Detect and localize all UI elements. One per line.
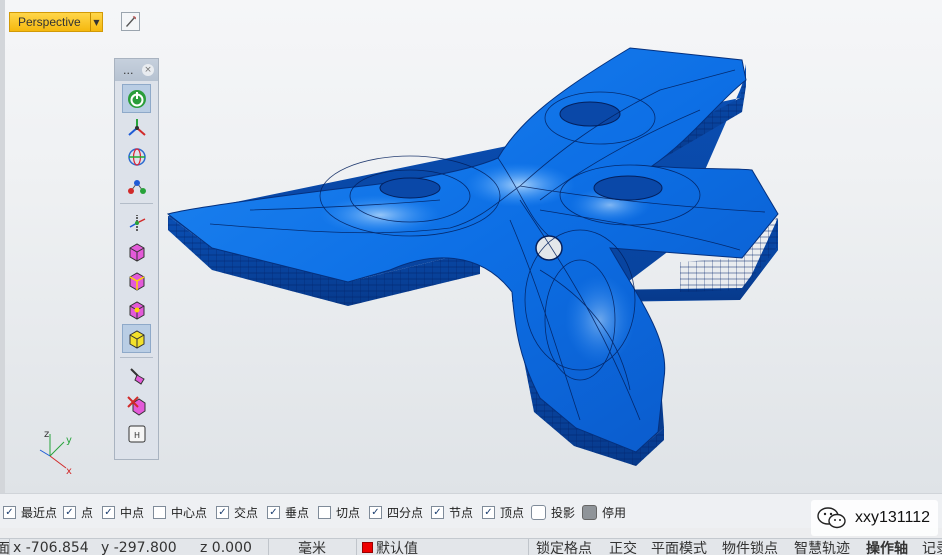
- dropdown-arrow-icon[interactable]: ▼: [90, 13, 102, 31]
- toolbar-separator: [120, 357, 153, 358]
- axis-move-button[interactable]: [122, 208, 151, 237]
- checkbox[interactable]: ✓: [102, 506, 115, 519]
- osnap-label: 投影: [551, 506, 576, 520]
- gumball-button[interactable]: [122, 113, 151, 142]
- control-point-icon: [127, 179, 146, 194]
- cube-face-icon: [129, 242, 144, 262]
- axis-label-z: z: [44, 429, 49, 440]
- toggle-record-history[interactable]: 记录: [922, 539, 942, 555]
- cube-yellow-button[interactable]: [122, 324, 151, 353]
- units-label[interactable]: 毫米: [298, 539, 326, 555]
- osnap-label: 中心点: [171, 506, 208, 520]
- checkbox[interactable]: ✓: [369, 506, 382, 519]
- axis-label-y: y: [66, 435, 72, 446]
- osnap-point[interactable]: ✓ 点: [63, 504, 93, 521]
- history-button[interactable]: H: [122, 419, 151, 448]
- cube-vertex-button[interactable]: [122, 295, 151, 324]
- checkbox[interactable]: ✓: [216, 506, 229, 519]
- checkbox[interactable]: ✓: [3, 506, 16, 519]
- toolbar-separator: [120, 203, 153, 204]
- cube-face-button[interactable]: [122, 237, 151, 266]
- pen-tablet-icon[interactable]: [121, 12, 140, 31]
- osnap-label: 四分点: [387, 506, 424, 520]
- osnap-label: 顶点: [500, 506, 525, 520]
- viewport-name: Perspective: [18, 15, 81, 29]
- layer-name: 默认值: [376, 540, 418, 555]
- osnap-label: 切点: [336, 506, 361, 520]
- status-bar: 面 x -706.854 y -297.800 z 0.000 毫米 默认值 锁…: [0, 538, 942, 555]
- osnap-label: 停用: [602, 506, 627, 520]
- checkbox[interactable]: [318, 506, 331, 519]
- svg-text:H: H: [133, 431, 139, 440]
- toolbar-header[interactable]: ... ×: [115, 59, 158, 81]
- osnap-label: 最近点: [21, 506, 58, 520]
- status-divider: [356, 539, 357, 555]
- osnap-bar: ✓ 最近点 ✓ 点 ✓ 中点 中心点 ✓ 交点 ✓ 垂点 切点 ✓ 四分点 ✓ 节点 ✓ 顶点 …: [0, 493, 942, 528]
- toggle-gumball[interactable]: 操作轴: [866, 539, 908, 555]
- wechat-icon: [817, 507, 846, 529]
- osnap-label: 交点: [234, 506, 259, 520]
- close-icon[interactable]: ×: [142, 64, 154, 76]
- osnap-quadrant[interactable]: ✓ 四分点: [369, 504, 423, 521]
- control-point-button[interactable]: [122, 171, 151, 200]
- cube-yellow-icon: [129, 329, 144, 349]
- osnap-knot[interactable]: ✓ 节点: [431, 504, 473, 521]
- brush-icon: [129, 367, 145, 385]
- checkbox[interactable]: ✓: [431, 506, 444, 519]
- layer-color-swatch: [362, 542, 373, 553]
- cube-vertex-icon: [129, 300, 144, 320]
- status-divider: [528, 539, 529, 555]
- gumball-axes-icon: [127, 118, 146, 136]
- osnap-label: 节点: [449, 506, 474, 520]
- cube-edge-button[interactable]: [122, 266, 151, 295]
- current-layer[interactable]: 默认值: [362, 539, 418, 555]
- checkbox[interactable]: [531, 505, 546, 520]
- toggle-grid-snap[interactable]: 锁定格点: [536, 539, 592, 555]
- checkbox[interactable]: ✓: [267, 506, 280, 519]
- toggle-ortho[interactable]: 正交: [609, 539, 637, 555]
- floating-toolbar[interactable]: ... × H: [114, 58, 159, 460]
- wechat-watermark: xxy131112: [810, 500, 938, 536]
- brush-button[interactable]: [122, 361, 151, 390]
- checkbox[interactable]: ✓: [63, 506, 76, 519]
- delete-cube-icon: [126, 395, 145, 416]
- status-divider: [268, 539, 269, 555]
- cube-edge-icon: [129, 271, 144, 291]
- power-button[interactable]: [122, 84, 151, 113]
- watermark-text: xxy131112: [854, 509, 930, 526]
- osnap-label: 垂点: [285, 506, 310, 520]
- osnap-perpendicular[interactable]: ✓ 垂点: [267, 504, 309, 521]
- power-icon: [127, 89, 146, 108]
- delete-cube-button[interactable]: [122, 390, 151, 419]
- osnap-intersection[interactable]: ✓ 交点: [216, 504, 258, 521]
- osnap-nearest[interactable]: ✓ 最近点: [3, 504, 57, 521]
- viewport-title-tab[interactable]: Perspective ▼: [9, 12, 103, 32]
- osnap-midpoint[interactable]: ✓ 中点: [102, 504, 144, 521]
- osnap-label: 点: [81, 506, 94, 520]
- checkbox[interactable]: [153, 506, 166, 519]
- checkbox[interactable]: [582, 505, 597, 520]
- osnap-center[interactable]: 中心点: [153, 504, 207, 521]
- axis-label-x: x: [66, 466, 72, 477]
- history-icon: H: [128, 425, 145, 442]
- toggle-planar[interactable]: 平面模式: [651, 539, 707, 555]
- toolbar-title: ...: [123, 63, 134, 77]
- coordinate-z: z 0.000: [200, 539, 252, 555]
- osnap-tangent[interactable]: 切点: [318, 504, 360, 521]
- toggle-smarttrack[interactable]: 智慧轨迹: [794, 539, 850, 555]
- world-axis-icon: z y x: [39, 429, 72, 477]
- perspective-viewport[interactable]: Perspective ▼ ... × H z y x: [0, 0, 942, 493]
- coordinate-y: y -297.800: [101, 539, 177, 555]
- axis-move-icon: [129, 214, 145, 231]
- osnap-label: 中点: [120, 506, 145, 520]
- status-divider: [9, 539, 10, 555]
- toggle-osnap[interactable]: 物件锁点: [722, 539, 778, 555]
- globe-button[interactable]: [122, 142, 151, 171]
- globe-grid-icon: [127, 147, 146, 166]
- coordinate-x: x -706.854: [13, 539, 89, 555]
- osnap-vertex[interactable]: ✓ 顶点: [482, 504, 524, 521]
- checkbox[interactable]: ✓: [482, 506, 495, 519]
- osnap-project[interactable]: 投影: [531, 504, 575, 521]
- osnap-disable[interactable]: 停用: [582, 504, 626, 521]
